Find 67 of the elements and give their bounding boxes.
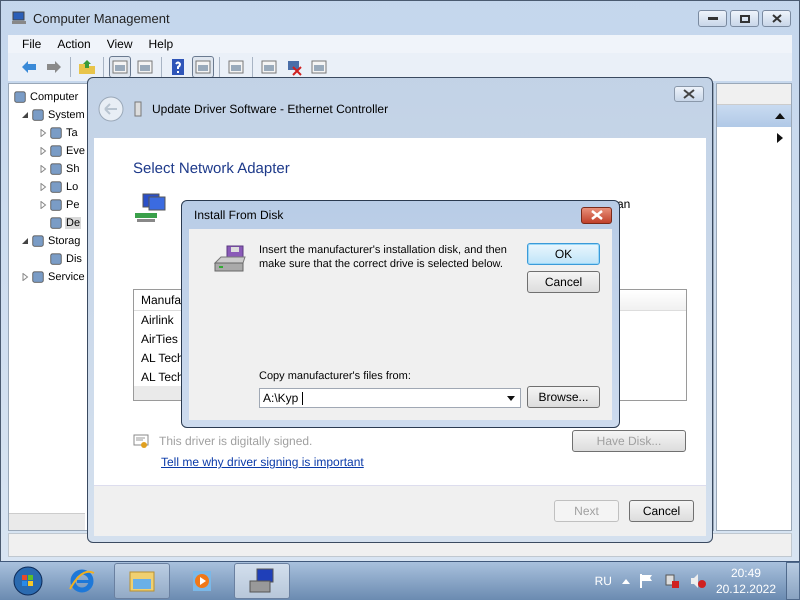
help-icon [169, 58, 187, 76]
uninstall-icon [285, 58, 303, 76]
dialog-title: Install From Disk [194, 208, 284, 222]
collapse-icon[interactable] [775, 113, 785, 119]
expand-arrow-icon[interactable] [39, 129, 47, 137]
copy-from-label: Copy manufacturer's files from: [259, 370, 412, 382]
speaker-muted-icon[interactable] [690, 573, 706, 589]
expand-arrow-icon[interactable] [39, 201, 47, 209]
restore-icon [740, 14, 750, 22]
more-actions-icon[interactable] [777, 133, 783, 143]
collapse-arrow-icon[interactable] [21, 111, 29, 119]
maximize-button[interactable] [730, 10, 759, 27]
certificate-icon [133, 433, 149, 449]
show-desktop-button[interactable] [786, 562, 800, 600]
path-combo-box[interactable]: A:\Kyp [259, 388, 521, 408]
network-adapter-icon [133, 193, 167, 223]
tree-item[interactable]: De [65, 217, 82, 229]
flag-icon[interactable] [640, 573, 654, 589]
internet-explorer-icon [67, 567, 97, 595]
tree-item[interactable]: System [47, 109, 86, 121]
page-heading: Select Network Adapter [133, 160, 291, 177]
menu-item[interactable]: Help [142, 37, 180, 51]
collapse-arrow-icon[interactable] [21, 237, 29, 245]
close-button[interactable] [674, 86, 704, 102]
dialog-button[interactable]: Cancel [527, 271, 600, 293]
tree-item[interactable]: Eve [65, 145, 86, 157]
minimize-button[interactable] [698, 10, 727, 27]
minimize-icon [708, 16, 718, 20]
tree-item[interactable]: Storag [47, 235, 82, 247]
menu-item[interactable]: View [100, 37, 138, 51]
forward-arrow-icon [45, 58, 63, 76]
close-icon [590, 210, 602, 220]
browse-button[interactable]: Browse... [527, 386, 600, 408]
signature-status-text: This driver is digitally signed. [159, 434, 312, 448]
show-hidden-icons-icon[interactable] [622, 578, 630, 584]
wizard-button[interactable]: Cancel [629, 500, 694, 522]
close-icon [683, 89, 695, 99]
windows-logo-icon [13, 566, 43, 596]
tree-item[interactable]: Sh [65, 163, 80, 175]
menu-item[interactable]: Action [51, 37, 97, 51]
close-button[interactable] [581, 206, 612, 224]
network-disconnected-icon[interactable] [664, 573, 680, 589]
console-tree-button[interactable] [109, 56, 131, 78]
close-button[interactable] [762, 10, 791, 27]
action-pane-button[interactable] [192, 56, 214, 78]
expand-arrow-icon[interactable] [39, 183, 47, 191]
tree-item[interactable]: Dis [65, 253, 83, 265]
folder-up-icon [78, 58, 96, 76]
tree-item[interactable]: Pe [65, 199, 80, 211]
instruction-text: Insert the manufacturer's installation disk, and then make sure that the correct drive is selected below. [259, 243, 508, 271]
tree-item[interactable]: Service [47, 271, 86, 283]
tree-item[interactable]: Ta [65, 127, 79, 139]
dropdown-arrow-icon[interactable] [507, 396, 515, 400]
dialog-button[interactable]: OK [527, 243, 600, 265]
folder-taskbar-button[interactable] [114, 563, 170, 599]
close-icon [772, 14, 782, 23]
horizontal-scrollbar[interactable] [9, 513, 85, 530]
menu-item[interactable]: File [16, 37, 48, 51]
expand-arrow-icon[interactable] [39, 147, 47, 155]
window-title: Computer Management [33, 10, 170, 26]
expand-arrow-icon[interactable] [21, 273, 29, 281]
tree-item[interactable]: Lo [65, 181, 80, 193]
expand-arrow-icon[interactable] [39, 165, 47, 173]
driver-signing-link[interactable]: Tell me why driver signing is important [161, 455, 364, 469]
computer-management-taskbar-button[interactable] [234, 563, 290, 599]
wizard-title: Update Driver Software - Ethernet Controller [152, 102, 388, 116]
tree-item[interactable]: Computer [29, 91, 80, 103]
